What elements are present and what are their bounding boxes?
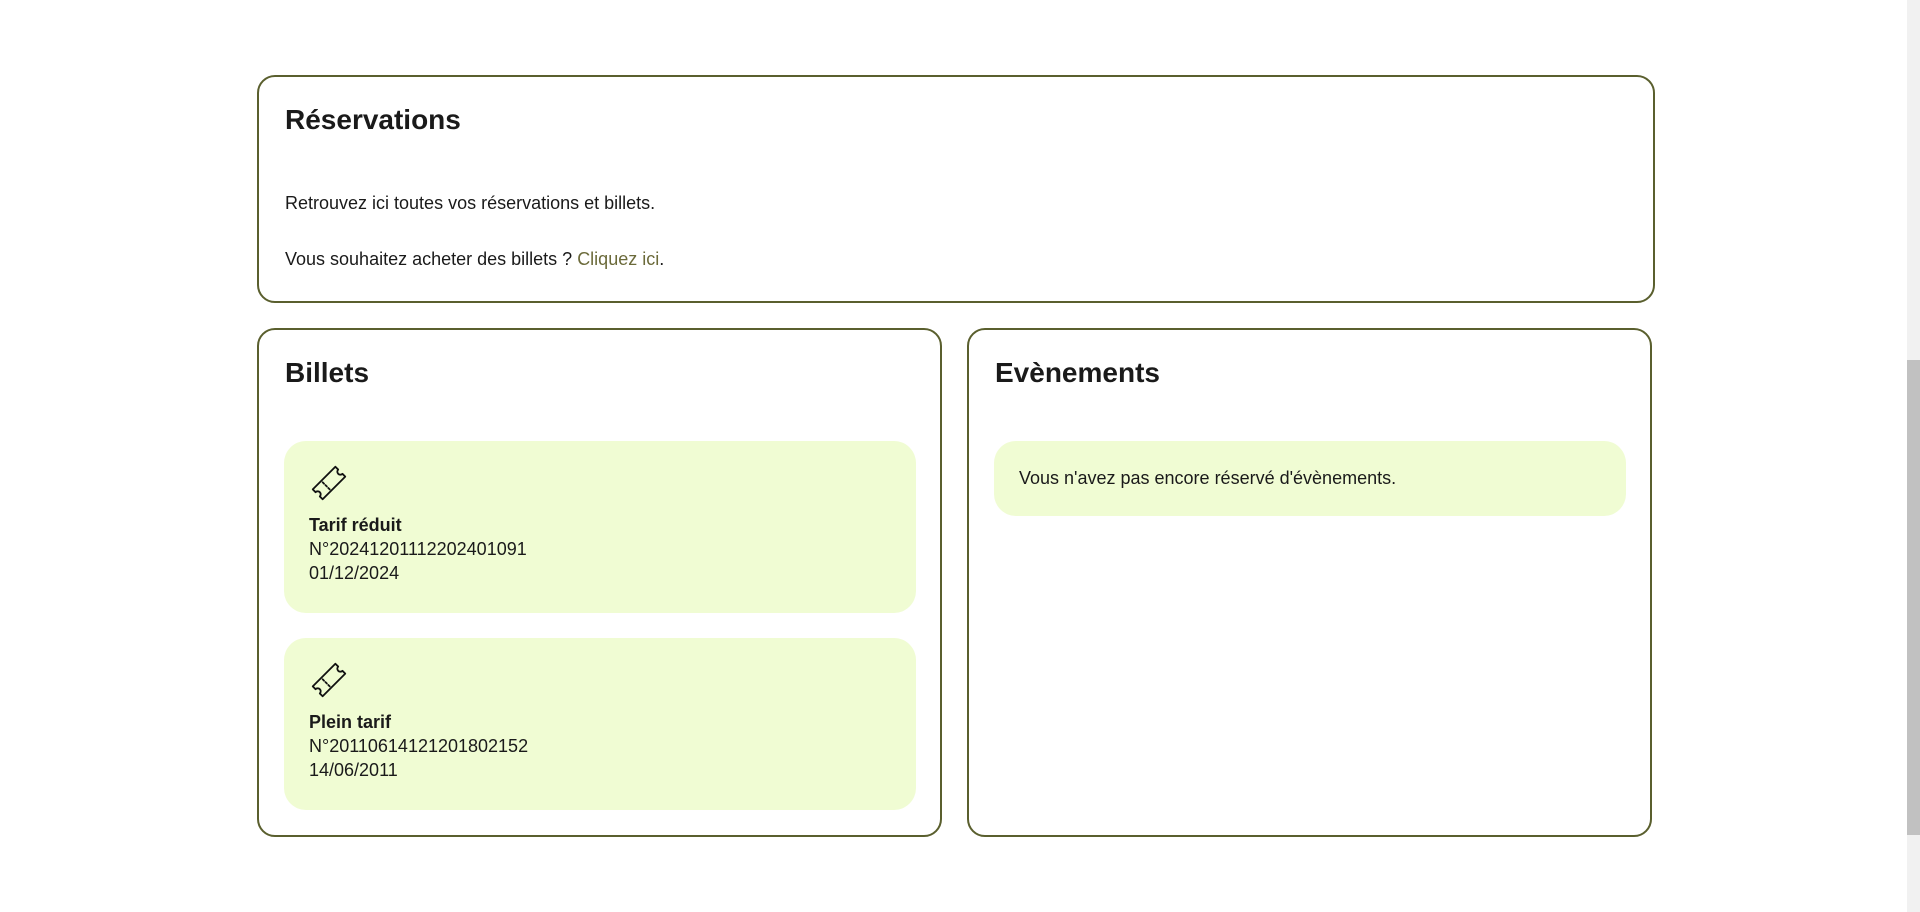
page: Réservations Retrouvez ici toutes vos ré…: [0, 0, 1920, 912]
reservations-title: Réservations: [285, 104, 461, 135]
reservations-intro: Retrouvez ici toutes vos réservations et…: [285, 193, 656, 213]
events-card: Evènements Vous n'avez pas encore réserv…: [967, 328, 1652, 837]
page-scrollbar-thumb[interactable]: [1907, 360, 1920, 835]
billets-card: Billets Tarif réduit N°20241201112202401…: [257, 328, 942, 837]
page-scrollbar-track[interactable]: [1907, 0, 1920, 912]
billets-title: Billets: [285, 357, 370, 388]
events-empty-message: Vous n'avez pas encore réservé d'évèneme…: [994, 441, 1626, 516]
ticket-number: N°20241201112202401091: [309, 539, 527, 559]
ticket-icon: [311, 465, 347, 501]
buy-tickets-suffix: .: [659, 249, 665, 269]
buy-tickets-link[interactable]: Cliquez ici: [577, 249, 659, 269]
ticket-date: 14/06/2011: [309, 760, 398, 780]
events-title: Evènements: [995, 357, 1160, 388]
ticket-number: N°20110614121201802152: [309, 736, 529, 756]
ticket-date: 01/12/2024: [309, 563, 400, 583]
buy-tickets-prompt: Vous souhaitez acheter des billets ?: [285, 249, 578, 269]
reservations-card: Réservations Retrouvez ici toutes vos ré…: [257, 75, 1655, 303]
ticket-item: Tarif réduit N°20241201112202401091 01/1…: [284, 441, 916, 613]
ticket-name: Plein tarif: [309, 712, 392, 732]
ticket-icon: [311, 662, 347, 698]
buy-tickets-text: Vous souhaitez acheter des billets ? Cli…: [285, 248, 664, 270]
ticket-name: Tarif réduit: [309, 515, 402, 535]
ticket-item: Plein tarif N°20110614121201802152 14/06…: [284, 638, 916, 810]
